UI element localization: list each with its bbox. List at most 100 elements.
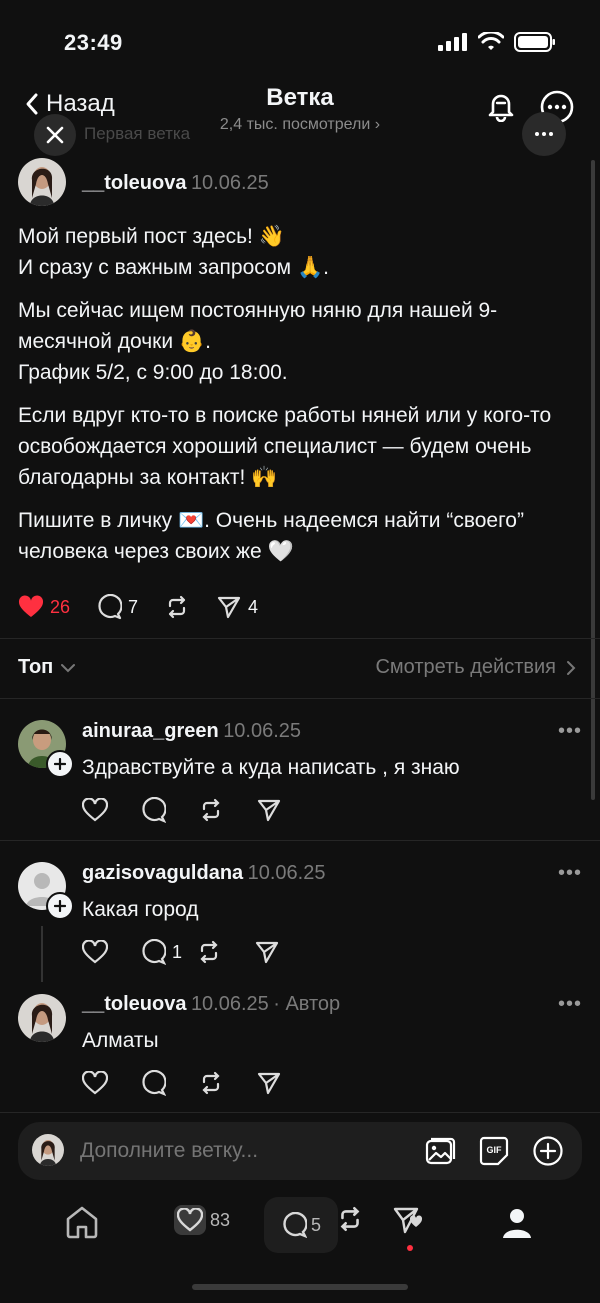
chevron-down-icon — [61, 663, 76, 673]
reply-meta: gazisovaguldana 10.06.25 — [82, 862, 325, 885]
views-label: 2,4 тыс. посмотрели — [219, 116, 371, 133]
post-date: 10.06.25 — [190, 172, 269, 194]
scrollbar[interactable] — [591, 160, 595, 800]
comment-icon — [281, 1212, 307, 1238]
battery-icon — [514, 32, 556, 52]
messages-count: 5 — [310, 1214, 321, 1235]
notification-dot — [407, 1245, 413, 1251]
divider — [0, 840, 600, 841]
divider — [0, 698, 600, 699]
reply-text: Здравствуйте а куда написать , я знаю — [82, 756, 460, 779]
repost-icon[interactable] — [198, 1070, 224, 1096]
reply-username[interactable]: __toleuova — [82, 993, 186, 1015]
send-icon[interactable] — [256, 1070, 282, 1096]
tab-reposts[interactable] — [336, 1205, 364, 1233]
author-tag: · Автор — [273, 993, 341, 1015]
wifi-icon — [478, 32, 504, 52]
follow-plus-icon[interactable] — [46, 892, 74, 920]
follow-plus-icon[interactable] — [46, 750, 74, 778]
view-activity-label: Смотреть действия — [375, 656, 556, 678]
ghost-thread-title: Первая ветка — [84, 124, 191, 143]
repost-icon[interactable] — [198, 797, 224, 823]
compose-bar: GIF — [18, 1122, 582, 1180]
overflow-menu-button[interactable] — [522, 112, 566, 156]
post-paragraph: Мы сейчас ищем постоянную няню для нашей… — [18, 299, 498, 384]
comment-count: 7 — [128, 596, 139, 617]
sort-dropdown[interactable]: Топ — [18, 656, 76, 679]
avatar — [32, 1134, 64, 1166]
comment-count: 1 — [172, 941, 183, 962]
reply-more-icon[interactable]: ••• — [558, 993, 582, 1016]
heart-icon[interactable] — [82, 940, 108, 964]
post-actions: 26 7 4 — [18, 594, 258, 620]
comment-icon[interactable] — [140, 1070, 166, 1096]
reply-more-icon[interactable]: ••• — [558, 720, 582, 743]
reply-text: Какая город — [82, 898, 199, 921]
share-button[interactable]: 4 — [216, 594, 258, 620]
repost-icon — [164, 594, 190, 620]
comment-button[interactable]: 7 — [96, 594, 138, 620]
reply-more-icon[interactable]: ••• — [558, 862, 582, 885]
reply-actions: 1 — [82, 939, 280, 965]
profile-icon — [500, 1205, 534, 1239]
repost-button[interactable] — [164, 594, 190, 620]
bell-icon[interactable] — [486, 90, 516, 122]
post-meta: __toleuova 10.06.25 — [82, 172, 269, 195]
close-icon — [46, 126, 64, 144]
heart-icon[interactable] — [82, 1071, 108, 1095]
share-count: 4 — [248, 596, 259, 617]
post-paragraph: Если вдруг кто-то в поиске работы няней … — [18, 404, 552, 489]
activity-count: 83 — [210, 1209, 231, 1230]
svg-text:GIF: GIF — [487, 1145, 503, 1155]
tab-messages[interactable]: 5 — [264, 1197, 338, 1253]
sort-label: Топ — [18, 656, 54, 678]
status-icons — [438, 32, 556, 52]
image-gallery-icon[interactable] — [424, 1135, 456, 1167]
avatar[interactable] — [18, 994, 66, 1042]
tab-profile[interactable] — [500, 1205, 534, 1239]
chevron-right-icon — [566, 660, 576, 676]
more-horizontal-icon — [534, 131, 554, 137]
tab-bar: 83 5 — [0, 1195, 600, 1265]
heart-filled-icon — [18, 595, 44, 619]
heart-icon — [174, 1205, 206, 1235]
tab-activity[interactable]: 83 — [174, 1205, 230, 1235]
divider — [0, 638, 600, 639]
reply-username[interactable]: gazisovaguldana — [82, 862, 243, 884]
close-button[interactable] — [34, 114, 76, 156]
home-icon — [64, 1205, 100, 1239]
home-indicator — [192, 1284, 408, 1290]
tab-shares[interactable] — [392, 1205, 426, 1235]
post-username[interactable]: __toleuova — [82, 172, 186, 194]
avatar[interactable] — [18, 158, 66, 206]
comment-icon[interactable] — [140, 797, 166, 823]
reply-date: 10.06.25 — [247, 862, 326, 884]
reply-actions — [82, 797, 282, 823]
heart-icon[interactable] — [82, 798, 108, 822]
repost-icon — [336, 1205, 364, 1233]
status-time: 23:49 — [64, 30, 123, 55]
reply-date: 10.06.25 — [190, 993, 269, 1015]
send-icon[interactable] — [254, 939, 280, 965]
thread-line — [41, 926, 43, 982]
send-heart-icon — [392, 1205, 426, 1235]
send-icon[interactable] — [256, 797, 282, 823]
divider — [0, 1112, 600, 1113]
view-activity-link[interactable]: Смотреть действия — [375, 656, 576, 679]
post-paragraph: Мой первый пост здесь! 👋 И сразу с важным… — [18, 225, 329, 279]
reply-text: Алматы — [82, 1029, 159, 1052]
post-paragraph: Пишите в личку 💌. Очень надеемся найти “… — [18, 509, 524, 563]
reply-actions — [82, 1070, 282, 1096]
tab-home[interactable] — [64, 1205, 100, 1239]
signal-icon — [438, 33, 468, 51]
add-circle-icon[interactable] — [532, 1135, 564, 1167]
send-icon — [216, 594, 242, 620]
reply-input[interactable] — [78, 1138, 402, 1164]
like-count: 26 — [50, 596, 71, 617]
gif-icon[interactable]: GIF — [478, 1135, 510, 1167]
comment-icon — [140, 939, 166, 965]
like-button[interactable]: 26 — [18, 595, 70, 619]
comment-button[interactable]: 1 — [140, 939, 182, 965]
repost-icon[interactable] — [196, 939, 222, 965]
reply-username[interactable]: ainuraa_green — [82, 720, 219, 742]
